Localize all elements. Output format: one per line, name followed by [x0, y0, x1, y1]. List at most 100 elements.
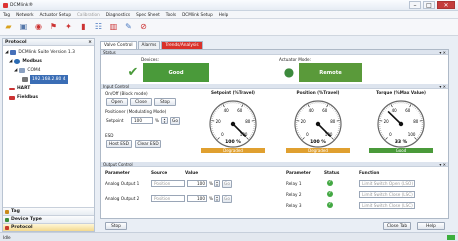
tree-item-com4[interactable]: ◢ COM4 [5, 66, 92, 75]
tab-trends-analysis[interactable]: Trends/Analysis [161, 41, 203, 49]
tree-item-device[interactable]: 192.168.2.80 4 [5, 75, 92, 84]
actuator-mode-label: Actuator Mode: [279, 57, 312, 62]
collapse-icon[interactable]: ◢ [5, 48, 8, 57]
col-function: Function [359, 170, 380, 175]
tree-label: DCMlink Suite Version 1.3 [18, 50, 75, 55]
help-icon[interactable]: ⊘ [138, 22, 149, 33]
stop-button[interactable]: Stop [154, 98, 176, 106]
setpoint-input[interactable]: 100 [131, 117, 153, 124]
analog-output-2-value[interactable]: 100 [187, 195, 207, 202]
collapse-icon[interactable]: ◢ [9, 57, 12, 66]
gauge-dial: 020406080100100 % [209, 100, 257, 148]
toolbar: ▰ ▣ ◉ ⚑ ✦ ▮ ☷ ▥ ✎ ⊘ [0, 19, 458, 36]
clear-esd-button[interactable]: Clear ESD [135, 140, 161, 148]
close-window-button[interactable]: ✕ [437, 1, 455, 9]
gauge-tick-label: 40 [392, 108, 398, 113]
menu-help[interactable]: Help [219, 12, 229, 17]
suite-icon [10, 50, 17, 55]
gauge-tick-label: 40 [224, 108, 230, 113]
tree-label: 192.168.2.80 4 [30, 75, 68, 84]
menu-diagnostics[interactable]: Diagnostics [106, 12, 130, 17]
panel-close-icon[interactable]: × [88, 39, 92, 46]
setpoint-stepper[interactable]: ▴ ▾ [161, 117, 168, 124]
menu-actuator-setup[interactable]: Actuator Setup [40, 12, 71, 17]
section-controls-icon[interactable]: ▾ ✕ [439, 84, 446, 89]
esd-label: ESD [105, 133, 114, 138]
hart-icon [9, 87, 15, 90]
menu-spec-sheet[interactable]: Spec Sheet [136, 12, 160, 17]
analog-output-2-label: Analog Output 2 [105, 196, 140, 201]
gauge-title: Position (%Travel) [296, 90, 340, 95]
section-controls-icon[interactable]: ▾ ✕ [439, 50, 446, 55]
menu-dcmlink-setup[interactable]: DCMlink Setup [182, 12, 213, 17]
menu-tools[interactable]: Tools [166, 12, 176, 17]
menu-calibration[interactable]: Calibration [77, 12, 100, 17]
nav-label: Tag [11, 209, 20, 214]
menu-network[interactable]: Network [16, 12, 33, 17]
menu-tag[interactable]: Tag [3, 12, 10, 17]
tree-label: Fieldbus [17, 95, 39, 100]
host-esd-button[interactable]: Host ESD [106, 140, 132, 148]
relay-1-function[interactable]: Limit Switch Open (LSO) [359, 180, 415, 187]
app-icon [3, 3, 8, 8]
tree-item-modbus[interactable]: ◢ Modbus [5, 57, 92, 66]
gauge-tick-label: 20 [301, 119, 307, 124]
gauge-status-bar: Degraded [201, 148, 265, 153]
gauge-tick-label: 80 [330, 119, 336, 124]
checklist-icon[interactable]: ☷ [93, 22, 104, 33]
minimize-button[interactable]: – [409, 1, 421, 9]
nav-device-type[interactable]: Device Type [3, 215, 94, 223]
protocol-panel: Protocol × ◢ DCMlink Suite Version 1.3 ◢ M… [2, 38, 95, 232]
flag-icon[interactable]: ⚑ [48, 22, 59, 33]
analog-output-1-source[interactable]: Position [151, 180, 185, 187]
tree-item-suite[interactable]: ◢ DCMlink Suite Version 1.3 [5, 48, 92, 57]
analog-output-1-value[interactable]: 100 [187, 180, 207, 187]
devices-value: Good [168, 69, 184, 76]
analog-output-1-label: Analog Output 1 [105, 181, 140, 186]
analog-output-2-go[interactable]: Go [222, 195, 232, 203]
section-controls-icon[interactable]: ▾ ✕ [439, 162, 446, 167]
analog-output-1-go[interactable]: Go [222, 180, 232, 188]
tree-item-fieldbus[interactable]: Fieldbus [5, 93, 92, 102]
analog-output-2-stepper[interactable]: ▴ ▾ [214, 195, 220, 202]
open-button[interactable]: Open [106, 98, 128, 106]
app-window: DCMlink® – □ ✕ Tag Network Actuator Setu… [0, 0, 458, 241]
nav-tag[interactable]: Tag [3, 207, 94, 215]
folder-icon[interactable]: ▰ [3, 22, 14, 33]
close-button[interactable]: Close [130, 98, 152, 106]
edit-icon[interactable]: ✎ [123, 22, 134, 33]
relay-3-function[interactable]: Limit Switch Close (LSC) [359, 202, 415, 209]
network-icon[interactable]: ◉ [33, 22, 44, 33]
device-type-icon [5, 218, 9, 222]
device-icon[interactable]: ▣ [18, 22, 29, 33]
tab-valve-control[interactable]: Valve Control [100, 41, 137, 49]
tree-item-hart[interactable]: HART [5, 84, 92, 93]
stop-bottom-button[interactable]: Stop [105, 222, 127, 230]
connection-indicator [447, 235, 455, 240]
wizard-icon[interactable]: ✦ [63, 22, 74, 33]
gauge-tick-label: 20 [384, 119, 390, 124]
protocol-panel-header: Protocol × [3, 39, 94, 46]
analog-output-1-stepper[interactable]: ▴ ▾ [214, 180, 220, 187]
nav-protocol[interactable]: Protocol [3, 223, 94, 231]
help-button[interactable]: Help [417, 222, 445, 230]
gauge-tick-label: 80 [245, 119, 251, 124]
gauge-value: 33 % [395, 139, 408, 145]
collapse-icon[interactable]: ◢ [14, 66, 17, 75]
gauge-value: 100 % [225, 139, 241, 145]
analog-output-2-unit: % [209, 196, 213, 201]
close-tab-button[interactable]: Close Tab [383, 222, 411, 230]
analog-output-2-source[interactable]: Position [151, 195, 185, 202]
calibrate-icon[interactable]: ▮ [78, 22, 89, 33]
maximize-button[interactable]: □ [423, 1, 435, 9]
output-control-header: Output Control ▾ ✕ [101, 162, 448, 167]
gauge-title: Setpoint (%Travel) [211, 90, 255, 95]
protocol-panel-title: Protocol [5, 40, 27, 45]
gauge-dial: 020406080100100 % [294, 100, 342, 148]
chart-icon[interactable]: ▥ [108, 22, 119, 33]
menu-bar: Tag Network Actuator Setup Calibration D… [0, 11, 458, 19]
relay-2-function[interactable]: Limit Switch Close (LSC) [359, 191, 415, 198]
tab-alarms[interactable]: Alarms [137, 41, 161, 49]
devices-status-box: ✔ Good [123, 63, 209, 82]
setpoint-go-button[interactable]: Go [170, 117, 180, 125]
